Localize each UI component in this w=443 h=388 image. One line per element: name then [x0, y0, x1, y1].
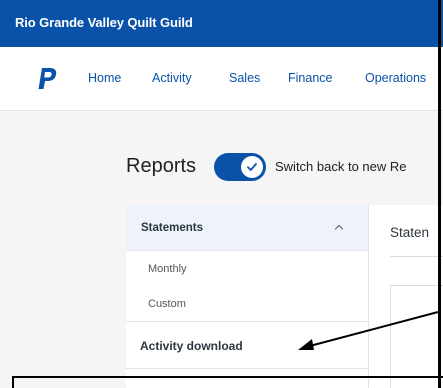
frame-edge	[438, 0, 441, 388]
sidebar-section-label: Statements	[141, 222, 203, 234]
new-reports-toggle[interactable]	[214, 153, 266, 181]
frame-edge-tick	[12, 376, 14, 388]
paypal-reports-window: Rio Grande Valley Quilt Guild Home Activ…	[0, 0, 443, 388]
content-title: Staten	[390, 225, 430, 240]
nav-home[interactable]: Home	[88, 71, 121, 85]
sidebar-divider	[126, 368, 368, 369]
sidebar-divider	[126, 321, 368, 322]
content-card	[390, 285, 443, 388]
paypal-logo-icon[interactable]	[36, 67, 58, 91]
nav-sales[interactable]: Sales	[229, 71, 260, 85]
sidebar-item-activity-download[interactable]: Activity download	[140, 339, 243, 353]
page-title: Reports	[126, 155, 197, 177]
check-icon	[247, 163, 257, 171]
sidebar-item-monthly[interactable]: Monthly	[148, 263, 187, 275]
content-divider-line	[390, 256, 443, 257]
sidebar-section-statements[interactable]: Statements	[126, 205, 368, 251]
chevron-up-icon[interactable]	[334, 223, 344, 231]
toggle-knob	[241, 156, 263, 178]
sidebar-item-custom[interactable]: Custom	[148, 298, 186, 310]
org-bar: Rio Grande Valley Quilt Guild	[0, 0, 443, 47]
org-name[interactable]: Rio Grande Valley Quilt Guild	[15, 15, 193, 30]
toggle-label[interactable]: Switch back to new Re	[275, 159, 407, 174]
nav-finance[interactable]: Finance	[288, 71, 332, 85]
nav-activity[interactable]: Activity	[152, 71, 192, 85]
frame-edge-bottom	[12, 376, 443, 378]
reports-sidebar: Statements Monthly Custom Activity downl…	[126, 205, 368, 388]
nav-operations[interactable]: Operations	[365, 71, 426, 85]
